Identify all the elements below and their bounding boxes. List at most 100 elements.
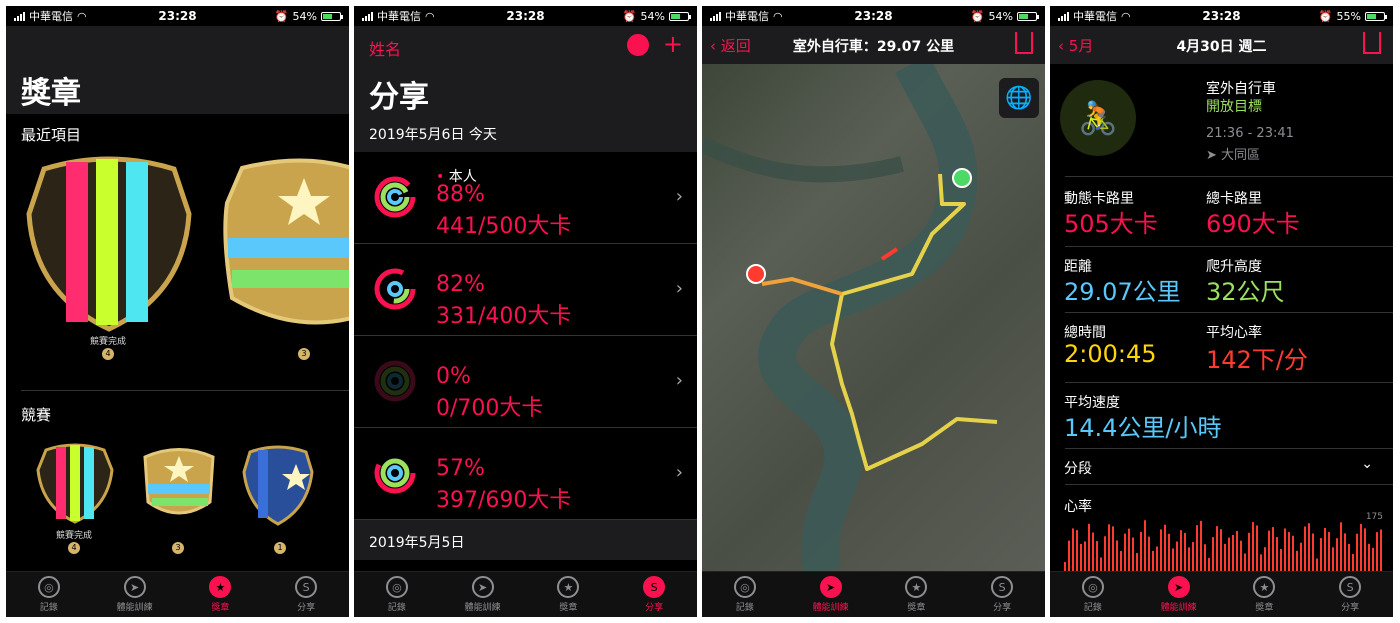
heart-rate-bar <box>1256 525 1258 572</box>
heart-rate-bar <box>1380 529 1382 572</box>
heart-rate-bar <box>1320 538 1322 572</box>
heart-rate-bar <box>1316 558 1318 572</box>
activity-rings-icon <box>374 268 416 310</box>
heart-rate-bar <box>1340 522 1342 572</box>
heart-rate-bar <box>1068 540 1070 572</box>
competition-badge-large[interactable] <box>24 154 194 332</box>
nav-title: 室外自行車：29.07 公里 <box>792 39 955 55</box>
heart-rate-bar <box>1336 538 1338 572</box>
awards-screen: 中華電信 ◠ 23:28 ⏰ 54% 獎章 最近項目 競賽完成 4 3 競賽 競賽完… <box>6 6 349 617</box>
tab-workouts[interactable]: ➤ 體能訓練 <box>788 572 874 617</box>
clock: 23:28 <box>854 9 893 23</box>
badge-caption: 競賽完成 <box>89 337 126 347</box>
signal-icon <box>362 11 373 21</box>
battery-icon <box>1365 11 1387 21</box>
friend-row[interactable]: 57% 397/690大卡 › <box>354 428 697 520</box>
tab-history[interactable]: ◎ 記錄 <box>702 572 788 617</box>
share-icon[interactable] <box>1363 32 1381 54</box>
heart-rate-bar <box>1344 533 1346 572</box>
tab-workouts[interactable]: ➤ 體能訓練 <box>440 572 526 617</box>
tab-awards[interactable]: ★ 獎章 <box>178 572 264 617</box>
star-icon: ★ <box>209 576 232 598</box>
wifi-icon: ◠ <box>77 9 87 23</box>
activity-rings-icon <box>374 452 416 494</box>
heart-rate-bar <box>1124 533 1126 572</box>
time-range: 21:36 - 23:41 <box>1206 126 1294 141</box>
name-link[interactable]: 姓名 <box>369 36 401 60</box>
heart-rate-bar <box>1216 526 1218 572</box>
heart-rate-bar <box>1108 524 1110 572</box>
nav-bar: ‹ 返回 室外自行車：29.07 公里 <box>702 26 1045 64</box>
signal-icon <box>14 11 25 21</box>
sharing-icon: S <box>1339 576 1362 598</box>
date-header-today: 2019年5月6日 今天 <box>354 112 697 152</box>
signal-icon <box>710 11 721 21</box>
clock: 23:28 <box>1202 9 1241 23</box>
end-pin-icon[interactable] <box>746 264 766 284</box>
profile-icon[interactable] <box>627 34 649 56</box>
tab-sharing[interactable]: S 分享 <box>611 572 697 617</box>
tab-sharing[interactable]: S 分享 <box>263 572 349 617</box>
heart-rate-bar <box>1132 537 1134 572</box>
tab-history[interactable]: ◎ 記錄 <box>6 572 92 617</box>
alarm-icon: ⏰ <box>622 9 637 23</box>
tab-workouts[interactable]: ➤ 體能訓練 <box>1136 572 1222 617</box>
tab-history[interactable]: ◎ 記錄 <box>354 572 440 617</box>
tab-awards[interactable]: ★ 獎章 <box>526 572 612 617</box>
heart-rate-bar <box>1368 543 1370 572</box>
heart-rate-bar <box>1080 543 1082 572</box>
competition-badge-small[interactable] <box>36 442 114 524</box>
divider <box>21 390 349 391</box>
divider <box>1065 484 1393 485</box>
satellite-map[interactable]: 🌐 <box>702 64 1045 571</box>
badge-count: 3 <box>172 542 184 554</box>
start-pin-icon[interactable] <box>952 168 972 188</box>
cycling-icon: 🚴 <box>1060 80 1136 156</box>
star-badge-small[interactable] <box>140 442 218 522</box>
friend-row[interactable]: • 本人 88% 441/500大卡 › <box>354 152 697 244</box>
friend-row[interactable]: 82% 331/400大卡 › <box>354 244 697 336</box>
heart-rate-bar <box>1280 548 1282 572</box>
carrier-label: 中華電信 <box>725 10 769 23</box>
star-badge-large[interactable] <box>222 158 349 328</box>
status-bar: 中華電信 ◠ 23:28 ⏰ 55% <box>1050 6 1393 26</box>
tab-sharing[interactable]: S 分享 <box>1307 572 1393 617</box>
heart-rate-bar <box>1100 557 1102 572</box>
heart-rate-bar <box>1332 547 1334 572</box>
chevron-right-icon: › <box>675 186 683 207</box>
heart-rate-bar <box>1364 528 1366 572</box>
rings-icon: ◎ <box>37 576 60 598</box>
tab-awards[interactable]: ★ 獎章 <box>874 572 960 617</box>
friend-row[interactable]: 0% 0/700大卡 › <box>354 336 697 428</box>
heart-rate-bar <box>1128 528 1130 572</box>
chevron-down-icon[interactable]: ⌄ <box>1361 456 1373 472</box>
tab-sharing[interactable]: S 分享 <box>959 572 1045 617</box>
move-percent: 88% <box>436 182 485 207</box>
competition-section-label: 競賽 <box>21 406 52 424</box>
globe-icon[interactable]: 🌐 <box>999 78 1039 118</box>
rings-icon: ◎ <box>1081 576 1104 598</box>
tab-history[interactable]: ◎ 記錄 <box>1050 572 1136 617</box>
add-friend-button[interactable]: + <box>663 30 683 58</box>
badge-count: 4 <box>68 542 80 554</box>
heart-rate-bar <box>1260 554 1262 572</box>
location-arrow-icon: ➤ <box>1206 148 1222 163</box>
wifi-icon: ◠ <box>773 9 783 23</box>
move-kcal: 331/400大卡 <box>436 304 572 329</box>
metric-value: 2:00:45 <box>1064 340 1157 368</box>
route-map-screen: 中華電信 ◠ 23:28 ⏰ 54% ‹ 返回 室外自行車：29.07 公里 🌐 ◎… <box>702 6 1045 617</box>
heart-rate-bar <box>1248 532 1250 572</box>
share-icon[interactable] <box>1015 32 1033 54</box>
move-kcal: 397/690大卡 <box>436 488 572 513</box>
heart-rate-bar <box>1160 529 1162 572</box>
battery-percent: 54% <box>988 9 1013 23</box>
tab-workouts[interactable]: ➤ 體能訓練 <box>92 572 178 617</box>
tab-awards[interactable]: ★ 獎章 <box>1222 572 1308 617</box>
heart-rate-bar <box>1120 551 1122 572</box>
star-icon: ★ <box>1253 576 1276 598</box>
heart-rate-bar <box>1176 541 1178 572</box>
chevron-right-icon: › <box>675 462 683 483</box>
rings-icon: ◎ <box>385 576 408 598</box>
tab-bar: ◎ 記錄 ➤ 體能訓練 ★ 獎章 S 分享 <box>6 571 349 617</box>
blue-star-badge-small[interactable] <box>242 442 314 526</box>
